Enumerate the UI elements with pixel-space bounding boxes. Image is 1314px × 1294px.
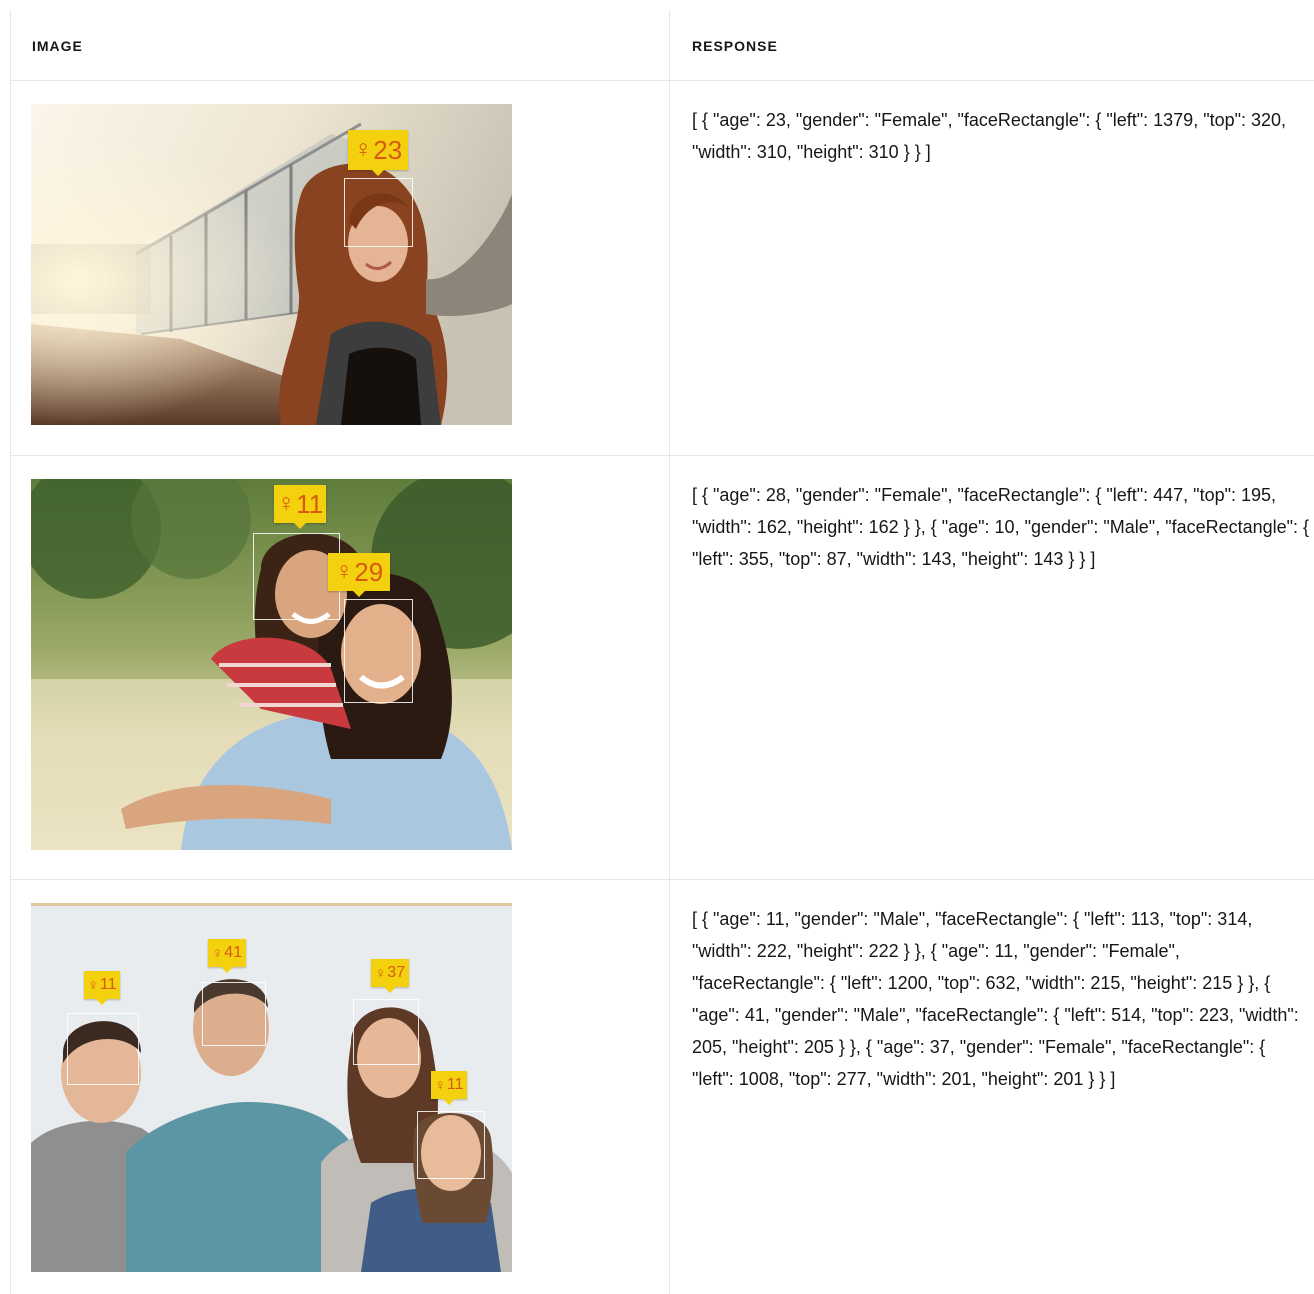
header-response: RESPONSE <box>692 38 778 54</box>
response-text: [ { "age": 11, "gender": "Male", "faceRe… <box>692 909 1299 1089</box>
face-rectangle <box>417 1111 485 1179</box>
age-tag: ♀ 37 <box>371 959 409 993</box>
face-rectangle <box>253 533 340 620</box>
age-tag: ♀ 11 <box>431 1071 467 1105</box>
response-table: IMAGE RESPONSE ♀ 23 [{"age": 23, "gend… <box>10 10 1314 1294</box>
face-rectangle <box>202 982 266 1046</box>
response-text: [ { "age": 23, "gender": "Female", "face… <box>692 110 1287 162</box>
header-divider <box>11 80 1314 81</box>
face-rectangle <box>67 1013 139 1085</box>
person-icon: ♀ <box>276 490 296 517</box>
age-tag: ♀ 41 <box>208 939 246 973</box>
row-divider <box>11 455 1314 456</box>
age-tag: ♀ 11 <box>84 971 120 1005</box>
age-tag: ♀ 29 <box>328 553 390 597</box>
person-icon: ♀ <box>434 1076 446 1094</box>
person-icon: ♀ <box>211 944 224 962</box>
face-rectangle <box>344 178 413 247</box>
age-tag: ♀ 23 <box>348 130 408 176</box>
face-rectangle <box>353 999 419 1065</box>
column-divider <box>669 10 670 1294</box>
person-icon: ♀ <box>374 964 387 982</box>
mother-daughter-photo: ♀ 11 ♀ 29 <box>31 479 512 850</box>
response-text: [ { "age": 28, "gender": "Female", "face… <box>692 485 1310 569</box>
person-icon: ♀ <box>87 976 99 994</box>
woman-on-bridge-photo: ♀ 23 <box>31 104 512 425</box>
row-divider <box>11 879 1314 880</box>
age-tag: ♀ 11 <box>274 485 326 529</box>
person-icon: ♀ <box>353 136 373 163</box>
header-image: IMAGE <box>32 38 83 54</box>
person-icon: ♀ <box>334 558 354 585</box>
face-rectangle <box>344 599 413 703</box>
family-photo: ♀ 11 ♀ 41 ♀ 37 ♀ 11 <box>31 903 512 1272</box>
